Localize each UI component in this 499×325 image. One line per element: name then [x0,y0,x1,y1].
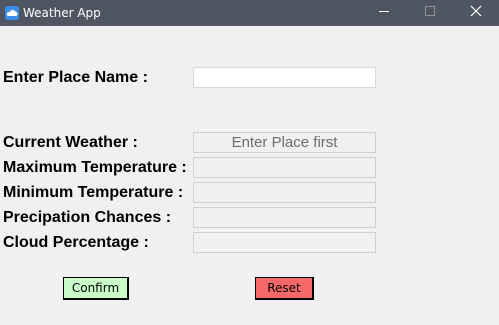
min-temperature-field [193,182,376,203]
current-weather-field: Enter Place first [193,132,376,153]
max-temperature-label: Maximum Temperature : [3,159,187,176]
place-name-label: Enter Place Name : [3,69,148,86]
max-temperature-field [193,157,376,178]
current-weather-label: Current Weather : [3,134,138,151]
window-title: Weather App [23,6,101,20]
minimize-icon [378,4,390,22]
title-bar[interactable]: Weather App [0,0,499,26]
confirm-button[interactable]: Confirm [63,277,129,300]
cloud-percentage-label: Cloud Percentage : [3,234,149,251]
maximize-button[interactable] [407,0,453,26]
cloud-percentage-field [193,232,376,253]
weather-app-icon [4,5,20,21]
close-icon [470,4,482,22]
precipitation-field [193,207,376,228]
place-name-input[interactable] [193,67,376,88]
reset-button[interactable]: Reset [255,277,314,300]
maximize-icon [424,4,436,22]
precipitation-label: Precipation Chances : [3,209,172,226]
close-button[interactable] [453,0,499,26]
minimize-button[interactable] [361,0,407,26]
min-temperature-label: Minimum Temperature : [3,184,184,201]
